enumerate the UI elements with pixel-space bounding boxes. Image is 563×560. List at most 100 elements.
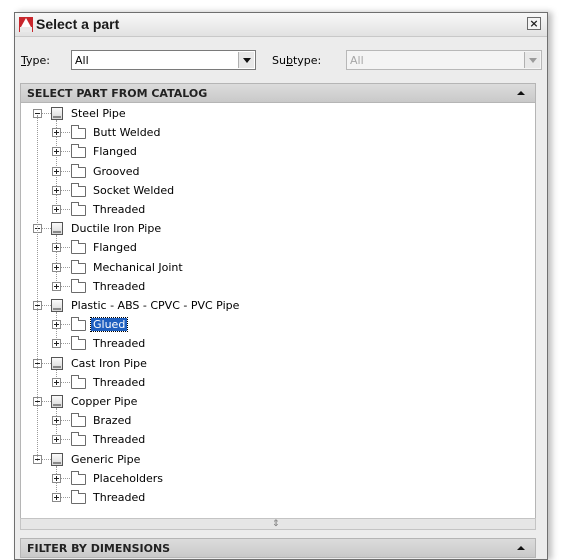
expand-toggle-icon[interactable] — [52, 205, 61, 214]
tree-connector — [61, 189, 70, 191]
folder-icon — [71, 182, 86, 197]
tree-item[interactable]: Threaded — [21, 431, 521, 449]
expand-toggle-icon[interactable] — [52, 243, 61, 253]
type-label: Type: — [21, 54, 50, 67]
tree-connector — [42, 305, 51, 306]
tree-item[interactable]: Brazed — [21, 412, 521, 430]
tree-item[interactable]: Grooved — [21, 163, 521, 181]
tree-item[interactable]: Placeholders — [21, 470, 521, 488]
catalog-section-header[interactable]: SELECT PART FROM CATALOG — [20, 83, 536, 103]
folder-icon — [71, 470, 86, 485]
folder-icon — [71, 490, 86, 504]
tree-group[interactable]: Steel Pipe — [21, 105, 521, 123]
title-bar: Select a part × — [15, 13, 547, 37]
folder-icon — [71, 336, 86, 351]
tree-connector — [61, 439, 70, 441]
close-button[interactable]: × — [527, 17, 541, 30]
catalog-book-icon — [51, 222, 63, 236]
catalog-book-icon — [51, 299, 63, 312]
tree-item-label: Glued — [89, 317, 129, 333]
window-title: Select a part — [36, 16, 120, 32]
subtype-label: Subtype: — [272, 54, 322, 67]
tree-item[interactable]: Flanged — [21, 239, 521, 257]
collapse-arrow-icon[interactable] — [517, 91, 525, 95]
splitter-grip-icon[interactable]: ⇕ — [272, 520, 280, 529]
folder-icon — [71, 317, 86, 332]
filter-section-title: FILTER BY DIMENSIONS — [27, 542, 171, 555]
tree-group[interactable]: Copper Pipe — [21, 393, 521, 411]
catalog-book-icon — [51, 356, 63, 370]
tree-connector — [61, 477, 70, 479]
tree-connector — [61, 324, 70, 326]
tree-group-label: Generic Pipe — [71, 452, 141, 466]
panel-splitter[interactable]: ⇕ — [20, 518, 536, 530]
tree-item[interactable]: Threaded — [21, 335, 521, 353]
tree-item[interactable]: Glued — [21, 316, 521, 334]
chevron-down-icon[interactable] — [524, 52, 540, 68]
tree-item[interactable]: Butt Welded — [21, 124, 521, 142]
tree-connector — [61, 170, 70, 172]
tree-item[interactable]: Socket Welded — [21, 182, 521, 200]
tree-connector — [42, 401, 51, 402]
tree-group[interactable]: Generic Pipe — [21, 451, 521, 469]
tree-item-label: Placeholders — [93, 471, 164, 485]
tree-connector — [42, 228, 51, 230]
chevron-down-icon[interactable] — [238, 52, 254, 68]
tree-connector — [42, 362, 51, 364]
filter-section-header[interactable]: FILTER BY DIMENSIONS — [20, 538, 536, 558]
tree-item-label: Grooved — [93, 164, 140, 178]
expand-toggle-icon[interactable] — [52, 281, 61, 291]
tree-item[interactable]: Threaded — [21, 201, 521, 219]
tree-item-label: Threaded — [93, 375, 146, 389]
folder-icon — [71, 278, 86, 293]
tree-group-label: Steel Pipe — [71, 107, 126, 120]
tree-group-label: Ductile Iron Pipe — [71, 222, 162, 236]
expand-toggle-icon[interactable] — [52, 185, 61, 195]
tree-item[interactable]: Flanged — [21, 143, 521, 161]
tree-item-label: Flanged — [93, 241, 137, 255]
tree-connector — [61, 209, 70, 210]
tree-item[interactable]: Threaded — [21, 374, 521, 392]
expand-toggle-icon[interactable] — [52, 473, 61, 483]
folder-icon — [71, 413, 86, 428]
folder-icon — [71, 202, 86, 216]
expand-toggle-icon[interactable] — [52, 166, 61, 176]
autocad-mep-icon — [19, 17, 33, 32]
expand-toggle-icon[interactable] — [52, 147, 61, 157]
tree-item[interactable]: Mechanical Joint — [21, 259, 521, 277]
catalog-book-icon — [51, 452, 63, 466]
expand-toggle-icon[interactable] — [52, 416, 61, 426]
expand-toggle-icon[interactable] — [52, 262, 61, 272]
tree-connector — [61, 266, 70, 268]
tree-item-label: Flanged — [93, 145, 137, 159]
type-filter-row: Type: All Subtype: All — [15, 50, 547, 72]
tree-connector — [61, 381, 70, 383]
tree-connector — [42, 113, 51, 114]
subtype-select[interactable]: All — [346, 50, 542, 70]
tree-connector — [61, 343, 70, 345]
tree-connector — [61, 132, 70, 134]
folder-icon — [71, 144, 86, 159]
expand-toggle-icon[interactable] — [52, 128, 61, 138]
catalog-section-title: SELECT PART FROM CATALOG — [27, 87, 208, 100]
tree-item-label: Brazed — [93, 414, 132, 428]
expand-toggle-icon[interactable] — [52, 377, 61, 387]
tree-item[interactable]: Threaded — [21, 489, 521, 507]
folder-icon — [71, 374, 86, 389]
expand-toggle-icon[interactable] — [52, 435, 61, 445]
expand-toggle-icon[interactable] — [52, 339, 61, 349]
tree-item-label: Mechanical Joint — [93, 260, 183, 274]
expand-toggle-icon[interactable] — [52, 320, 61, 330]
tree-item-label: Threaded — [93, 337, 146, 351]
type-select[interactable]: All — [71, 50, 256, 70]
tree-connector — [61, 151, 70, 153]
folder-icon — [71, 259, 86, 274]
tree-item[interactable]: Threaded — [21, 278, 521, 296]
tree-item-label: Socket Welded — [93, 183, 175, 197]
tree-group[interactable]: Cast Iron Pipe — [21, 355, 521, 373]
expand-toggle-icon[interactable] — [52, 493, 61, 502]
tree-group[interactable]: Plastic - ABS - CPVC - PVC Pipe — [21, 297, 521, 315]
tree-group[interactable]: Ductile Iron Pipe — [21, 220, 521, 238]
collapse-arrow-icon[interactable] — [517, 546, 525, 550]
catalog-tree: Steel Pipe Butt Welded Flanged Grooved Socke… — [20, 103, 536, 518]
